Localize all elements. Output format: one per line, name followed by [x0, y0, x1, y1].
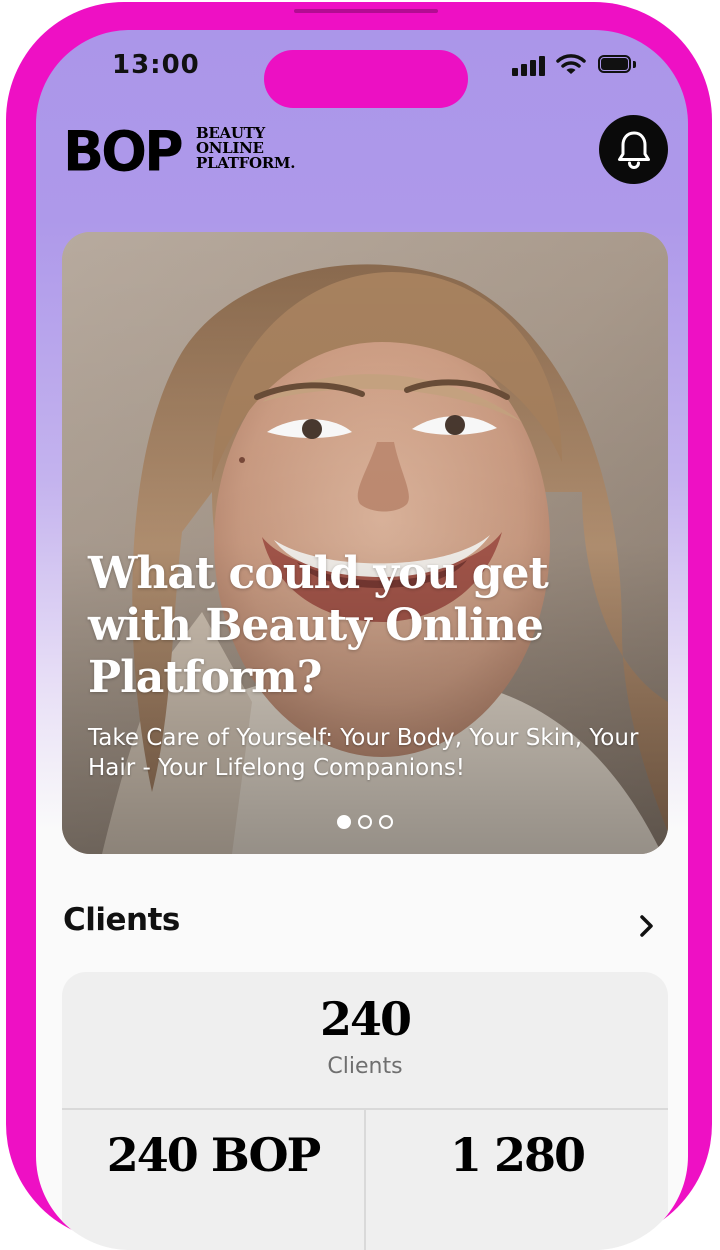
app-screen: 13:00 BOP BEAUTY ONLINE PLATFORM. What c…: [36, 30, 688, 1250]
clients-stats-card[interactable]: 240 Clients 240 BOP 1 280: [62, 972, 668, 1250]
carousel-pagination: [337, 815, 397, 829]
dynamic-island: [264, 50, 468, 108]
notifications-button[interactable]: [599, 115, 668, 184]
cellular-signal-icon: [512, 56, 546, 76]
hero-banner[interactable]: What could you get with Beauty Online Pl…: [62, 232, 668, 854]
device-edge-detail: [294, 9, 438, 13]
bell-icon: [618, 131, 650, 169]
hero-title: What could you get with Beauty Online Pl…: [88, 548, 549, 703]
device-frame: 13:00 BOP BEAUTY ONLINE PLATFORM. What c…: [6, 2, 712, 1250]
clients-section-title: Clients: [63, 902, 180, 938]
carousel-dot[interactable]: [358, 815, 372, 829]
status-bar: 13:00: [36, 30, 688, 108]
hero-subtitle: Take Care of Yourself: Your Body, Your S…: [88, 725, 639, 781]
wifi-icon: [556, 52, 586, 78]
status-time: 13:00: [112, 50, 200, 80]
carousel-dot-active[interactable]: [337, 815, 351, 829]
battery-icon: [598, 55, 636, 75]
carousel-dot[interactable]: [379, 815, 393, 829]
chevron-right-icon[interactable]: [636, 913, 658, 939]
clients-count-label: Clients: [327, 1054, 403, 1079]
logo-tagline-line: PLATFORM.: [196, 154, 296, 172]
logo-mark: BOP: [63, 119, 184, 184]
logo-tagline: BEAUTY ONLINE PLATFORM.: [196, 126, 316, 171]
clients-count-value: 240: [319, 992, 412, 1046]
secondary-stat-value: 1 280: [449, 1128, 586, 1182]
bop-stat-value: 240 BOP: [106, 1128, 321, 1182]
